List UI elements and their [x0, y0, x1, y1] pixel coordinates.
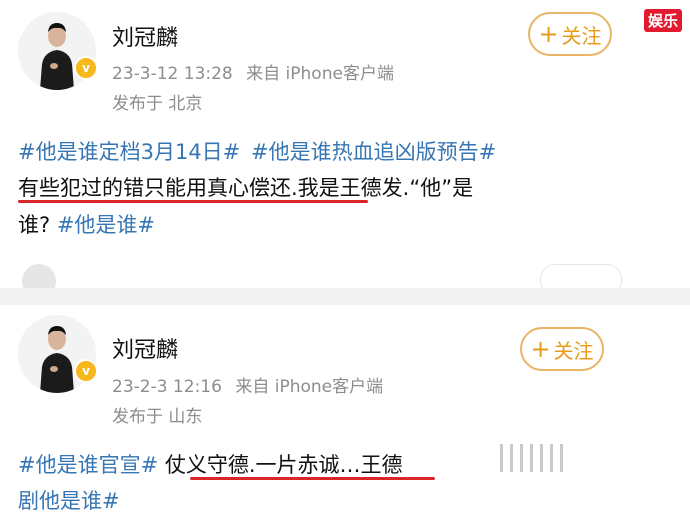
post-timestamp: 23-2-3 12:16	[112, 377, 222, 397]
post-text: 谁?	[18, 213, 57, 237]
hashtag-link[interactable]: #他是谁#	[57, 213, 155, 237]
post-timestamp: 23-3-12 13:28	[112, 64, 233, 84]
red-underline-annotation	[18, 200, 368, 203]
weibo-post-1: v 刘冠麟 23-3-12 13:28 来自 iPhone客户端 发布于 北京 …	[0, 0, 640, 298]
post-action-bar	[0, 256, 640, 298]
weibo-post-2: v 刘冠麟 23-2-3 12:16 来自 iPhone客户端 发布于 山东 +…	[0, 305, 640, 522]
watermark-badge: 娱乐	[643, 9, 682, 32]
scroll-glitch-stripes	[500, 444, 570, 476]
post-text-line-2: 有些犯过的错只能用真心偿还.我是王德发.“他”是	[18, 176, 474, 200]
hashtag-link[interactable]: #他是谁定档3月14日#	[18, 140, 240, 164]
post-separator	[0, 288, 690, 305]
follow-button[interactable]: + 关注	[520, 327, 604, 371]
plus-icon: +	[538, 20, 559, 48]
post-location: 发布于 山东	[112, 407, 203, 427]
post-source: 来自 iPhone客户端	[246, 64, 394, 84]
post-text-line-2: 剧他是谁#	[18, 485, 120, 515]
author-name[interactable]: 刘冠麟	[112, 332, 178, 364]
hashtag-link[interactable]: #他是谁热血追凶版预告#	[251, 140, 496, 164]
post-text-line-1: #他是谁定档3月14日# #他是谁热血追凶版预告#	[18, 136, 496, 166]
follow-label: 关注	[553, 338, 594, 363]
follow-button[interactable]: + 关注	[528, 12, 612, 56]
verified-badge-icon: v	[74, 359, 98, 383]
post-text: 仗义守德.一片赤诚…王德	[158, 453, 403, 477]
plus-icon: +	[530, 335, 551, 363]
follow-label: 关注	[561, 23, 602, 48]
post-location: 发布于 北京	[112, 94, 203, 114]
red-underline-annotation	[190, 477, 435, 480]
post-text-line-3: 谁? #他是谁#	[18, 209, 155, 239]
hashtag-link[interactable]: 剧他是谁#	[18, 489, 120, 513]
post-source: 来自 iPhone客户端	[235, 377, 384, 397]
post-meta: 23-3-12 13:28 来自 iPhone客户端	[112, 59, 394, 84]
verified-badge-icon: v	[74, 56, 98, 80]
post-meta: 23-2-3 12:16 来自 iPhone客户端	[112, 372, 383, 397]
post-text-line-1: #他是谁官宣# 仗义守德.一片赤诚…王德	[18, 449, 403, 479]
hashtag-link[interactable]: #他是谁官宣#	[18, 453, 158, 477]
author-name[interactable]: 刘冠麟	[112, 20, 178, 52]
